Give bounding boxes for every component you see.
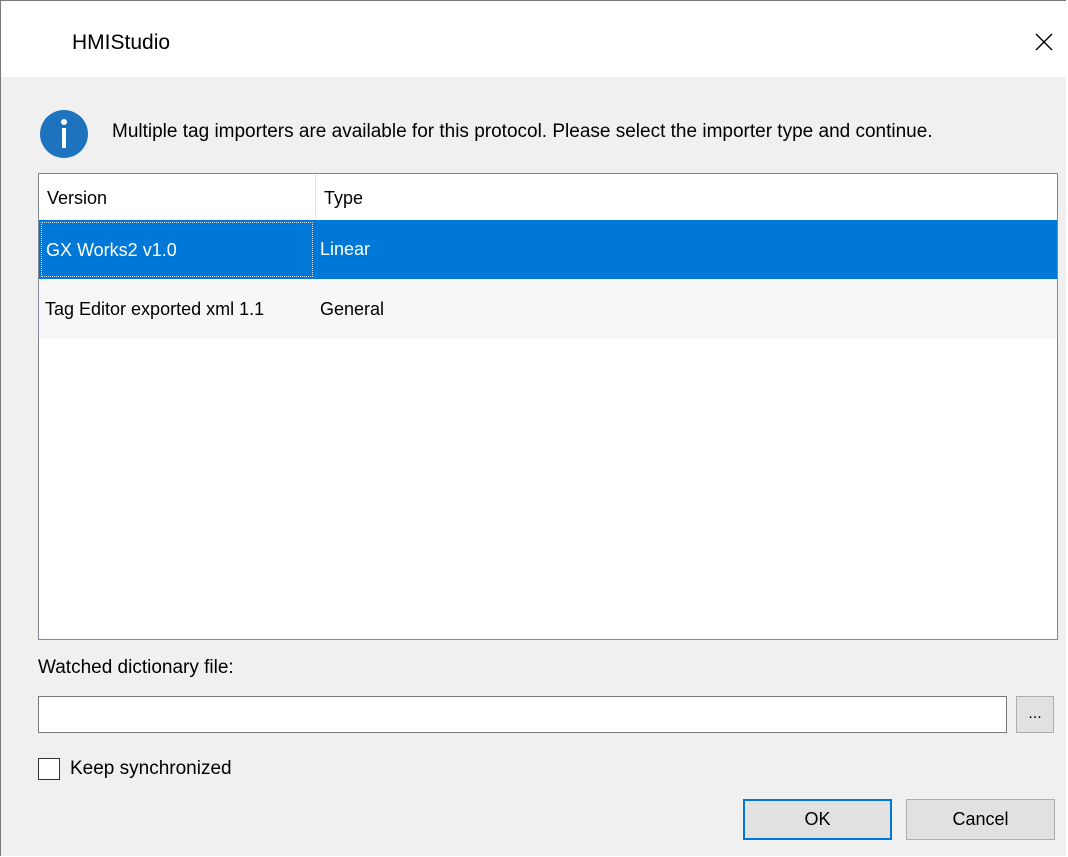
list-header: Version Type	[39, 174, 1057, 218]
cancel-button[interactable]: Cancel	[906, 799, 1055, 840]
row-type-cell: General	[320, 299, 385, 319]
window-title: HMIStudio	[72, 31, 171, 54]
importer-row[interactable]: GX Works2 v1.0 Linear	[39, 220, 1057, 279]
watched-file-input[interactable]	[38, 696, 1007, 733]
column-header-version[interactable]: Version	[39, 174, 316, 218]
close-button[interactable]	[1021, 19, 1067, 65]
keep-synchronized-checkbox[interactable]: Keep synchronized	[38, 758, 232, 780]
info-message: Multiple tag importers are available for…	[112, 121, 933, 142]
close-icon	[1035, 33, 1053, 51]
ok-button[interactable]: OK	[743, 799, 892, 840]
column-header-type[interactable]: Type	[316, 174, 616, 218]
watched-file-label: Watched dictionary file:	[38, 657, 234, 678]
title-bar: HMIStudio	[1, 1, 1067, 77]
checkbox-box[interactable]	[38, 758, 60, 780]
browse-button[interactable]: ...	[1016, 696, 1054, 733]
row-version-cell: GX Works2 v1.0	[41, 222, 313, 277]
importer-list[interactable]: Version Type GX Works2 v1.0 Linear Tag E…	[38, 173, 1058, 640]
info-icon	[40, 110, 88, 158]
row-version-cell: Tag Editor exported xml 1.1	[45, 299, 265, 319]
importer-dialog: HMIStudio Multiple tag importers are ava…	[0, 0, 1067, 856]
keep-synchronized-label[interactable]: Keep synchronized	[70, 758, 232, 780]
row-type-cell: Linear	[320, 239, 371, 259]
importer-row[interactable]: Tag Editor exported xml 1.1 General	[39, 280, 1057, 339]
